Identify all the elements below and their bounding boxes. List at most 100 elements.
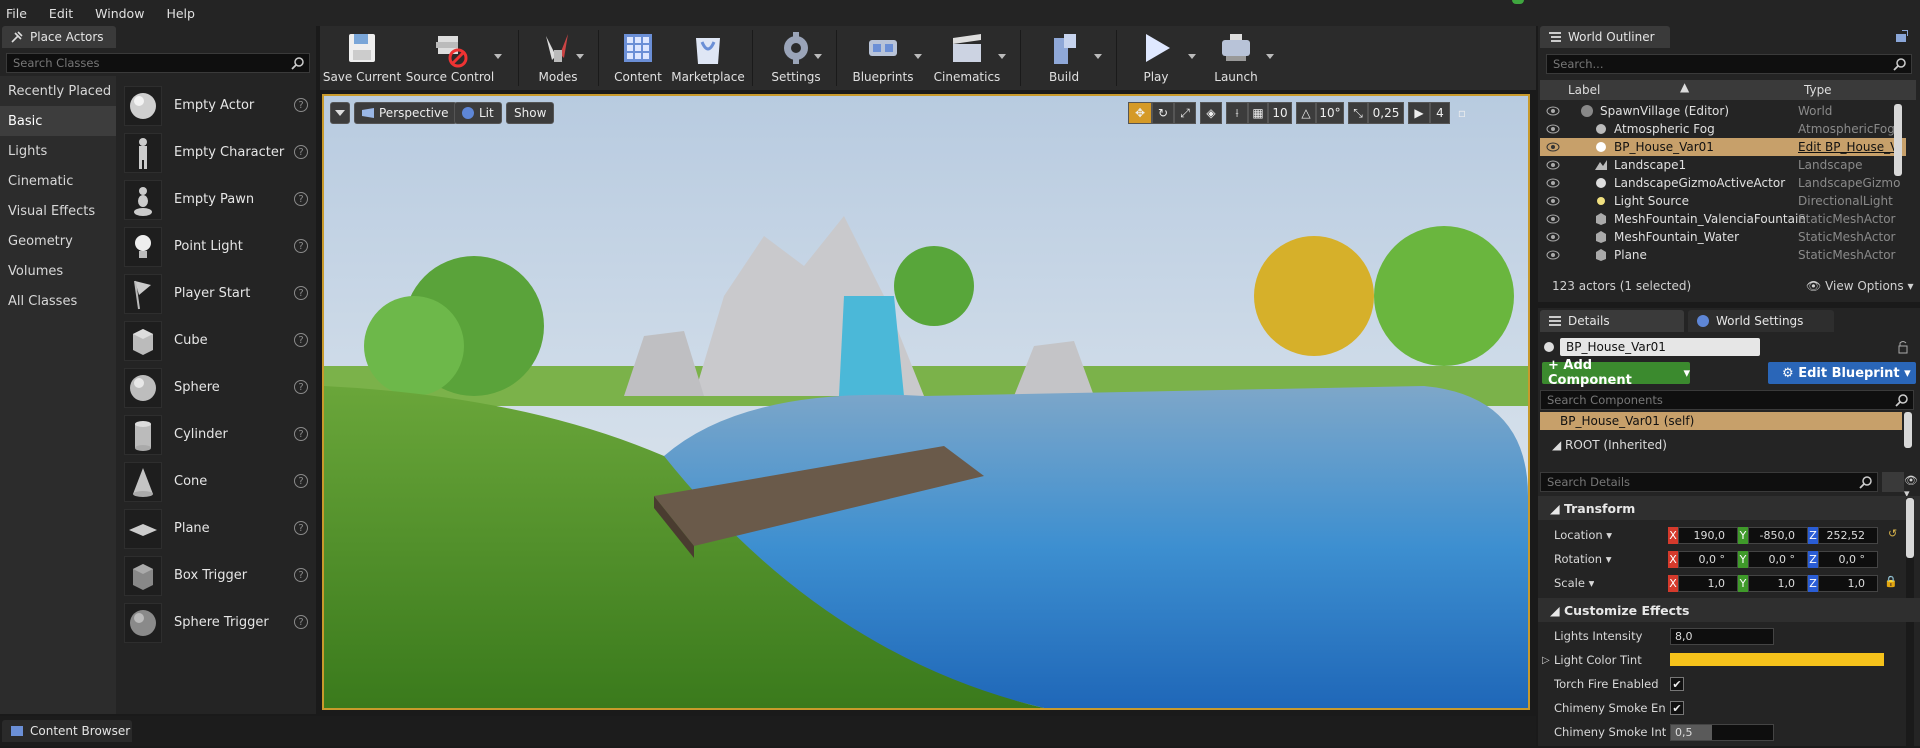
location-y-field[interactable]: -850,0: [1748, 526, 1808, 544]
edit-blueprint-button[interactable]: ⚙ Edit Blueprint ▾: [1768, 362, 1916, 384]
actor-item-point-light[interactable]: Point Light ?: [118, 223, 314, 270]
source-control-dropdown-icon[interactable]: [494, 54, 502, 59]
rotation-y-field[interactable]: 0,0 °: [1748, 550, 1808, 568]
actor-item-plane[interactable]: Plane ?: [118, 505, 314, 552]
visibility-eye-icon[interactable]: [1546, 232, 1560, 242]
customize-effects-section-header[interactable]: ◢ Customize Effects: [1538, 598, 1920, 622]
scale-x-field[interactable]: 1,0: [1678, 574, 1738, 592]
outliner-row[interactable]: SpawnVillage (Editor) World: [1540, 102, 1906, 120]
outliner-row-selected[interactable]: BP_House_Var01 Edit BP_House_V: [1540, 138, 1906, 156]
light-color-swatch[interactable]: [1670, 653, 1884, 666]
help-icon[interactable]: ?: [294, 98, 308, 112]
camera-speed-value[interactable]: 4: [1430, 102, 1450, 124]
actor-item-cube[interactable]: Cube ?: [118, 317, 314, 364]
category-basic[interactable]: Basic: [0, 106, 116, 136]
cinematics-button[interactable]: Cinematics: [930, 26, 1004, 90]
outliner-row[interactable]: Light Source DirectionalLight: [1540, 192, 1906, 210]
show-button[interactable]: Show: [506, 102, 555, 124]
marketplace-button[interactable]: Marketplace: [670, 26, 746, 90]
category-visual-effects[interactable]: Visual Effects: [0, 196, 116, 226]
category-lights[interactable]: Lights: [0, 136, 116, 166]
rotation-snap-value[interactable]: 10°: [1316, 102, 1344, 124]
build-button[interactable]: Build: [1028, 26, 1100, 90]
scale-snap-icon[interactable]: ⤡: [1348, 102, 1368, 124]
menu-edit[interactable]: Edit: [49, 6, 73, 21]
visibility-eye-icon[interactable]: [1546, 178, 1560, 188]
actor-item-empty-character[interactable]: Empty Character ?: [118, 129, 314, 176]
rotation-label[interactable]: Rotation ▾: [1554, 552, 1612, 566]
torch-fire-checkbox[interactable]: ✔: [1670, 677, 1684, 691]
menu-help[interactable]: Help: [166, 6, 195, 21]
help-icon[interactable]: ?: [294, 568, 308, 582]
scale-snap-value[interactable]: 0,25: [1368, 102, 1404, 124]
outliner-scrollbar[interactable]: [1894, 104, 1902, 176]
category-geometry[interactable]: Geometry: [0, 226, 116, 256]
help-icon[interactable]: ?: [294, 239, 308, 253]
outliner-row[interactable]: Atmospheric Fog AtmosphericFog: [1540, 120, 1906, 138]
help-icon[interactable]: ?: [294, 145, 308, 159]
camera-speed-icon[interactable]: ▶: [1408, 102, 1430, 124]
outliner-row[interactable]: Plane StaticMeshActor: [1540, 246, 1906, 264]
visibility-eye-icon[interactable]: [1546, 196, 1560, 206]
menu-window[interactable]: Window: [95, 6, 144, 21]
column-type-header[interactable]: Type: [1804, 83, 1832, 97]
search-components-input[interactable]: Search Components: [1540, 390, 1914, 410]
help-icon[interactable]: ?: [294, 427, 308, 441]
component-root-row[interactable]: ◢ ROOT (Inherited): [1552, 438, 1667, 452]
rotation-snap-icon[interactable]: △: [1296, 102, 1316, 124]
edit-blueprint-link[interactable]: Edit BP_House_V: [1798, 140, 1898, 154]
help-icon[interactable]: ?: [294, 333, 308, 347]
blueprints-dropdown-icon[interactable]: [914, 54, 922, 59]
help-icon[interactable]: ?: [294, 380, 308, 394]
scale-y-field[interactable]: 1,0: [1748, 574, 1808, 592]
visibility-eye-icon[interactable]: [1546, 106, 1560, 116]
play-button[interactable]: Play: [1124, 26, 1188, 90]
view-options-button[interactable]: 👁 View Options ▾: [1806, 279, 1914, 293]
tab-world-outliner[interactable]: World Outliner: [1540, 26, 1670, 48]
visibility-eye-icon[interactable]: [1546, 142, 1560, 152]
category-volumes[interactable]: Volumes: [0, 256, 116, 286]
actor-item-sphere[interactable]: Sphere ?: [118, 364, 314, 411]
outliner-row[interactable]: LandscapeGizmoActiveActor LandscapeGizmo: [1540, 174, 1906, 192]
viewport-options-button[interactable]: [330, 102, 350, 124]
sort-up-icon[interactable]: ▲: [1680, 80, 1689, 94]
help-icon[interactable]: ?: [294, 521, 308, 535]
component-self-row[interactable]: BP_House_Var01 (self): [1540, 412, 1902, 430]
content-button[interactable]: Content: [606, 26, 670, 90]
modes-dropdown-icon[interactable]: [576, 54, 584, 59]
cinematics-dropdown-icon[interactable]: [998, 54, 1006, 59]
source-control-button[interactable]: Source Control: [406, 26, 494, 90]
location-label[interactable]: Location ▾: [1554, 528, 1612, 542]
actor-item-player-start[interactable]: Player Start ?: [118, 270, 314, 317]
components-scrollbar[interactable]: [1904, 412, 1912, 448]
property-matrix-icon[interactable]: [1882, 472, 1904, 492]
maximize-viewport-icon[interactable]: ▫: [1454, 102, 1470, 124]
surface-snap-icon[interactable]: ⟊: [1226, 102, 1248, 124]
chimney-smoke-checkbox[interactable]: ✔: [1670, 701, 1684, 715]
location-z-field[interactable]: 252,52: [1818, 526, 1878, 544]
tab-world-settings[interactable]: World Settings: [1688, 310, 1834, 332]
search-classes-input[interactable]: Search Classes: [6, 53, 310, 73]
actor-item-cone[interactable]: Cone ?: [118, 458, 314, 505]
scale-z-field[interactable]: 1,0: [1818, 574, 1878, 592]
location-x-field[interactable]: 190,0: [1678, 526, 1738, 544]
actor-item-box-trigger[interactable]: Box Trigger ?: [118, 552, 314, 599]
tab-content-browser[interactable]: Content Browser: [2, 720, 132, 742]
view-mode-button[interactable]: Lit: [454, 102, 502, 124]
launch-dropdown-icon[interactable]: [1266, 54, 1274, 59]
menu-file[interactable]: File: [6, 6, 27, 21]
chimney-smoke-intensity-slider[interactable]: 0,5: [1670, 723, 1774, 741]
category-all-classes[interactable]: All Classes: [0, 286, 116, 316]
scale-label[interactable]: Scale ▾: [1554, 576, 1594, 590]
tab-details[interactable]: Details: [1540, 310, 1684, 332]
rotate-tool-icon[interactable]: ↻: [1152, 102, 1174, 124]
visibility-eye-icon[interactable]: [1546, 214, 1560, 224]
scale-tool-icon[interactable]: ⤢: [1174, 102, 1196, 124]
visibility-eye-icon[interactable]: [1546, 160, 1560, 170]
build-dropdown-icon[interactable]: [1094, 54, 1102, 59]
translate-tool-icon[interactable]: ✥: [1128, 102, 1152, 124]
help-icon[interactable]: ?: [294, 192, 308, 206]
outliner-row[interactable]: Landscape1 Landscape: [1540, 156, 1906, 174]
visibility-eye-icon[interactable]: [1546, 250, 1560, 260]
rotation-z-field[interactable]: 0,0 °: [1818, 550, 1878, 568]
